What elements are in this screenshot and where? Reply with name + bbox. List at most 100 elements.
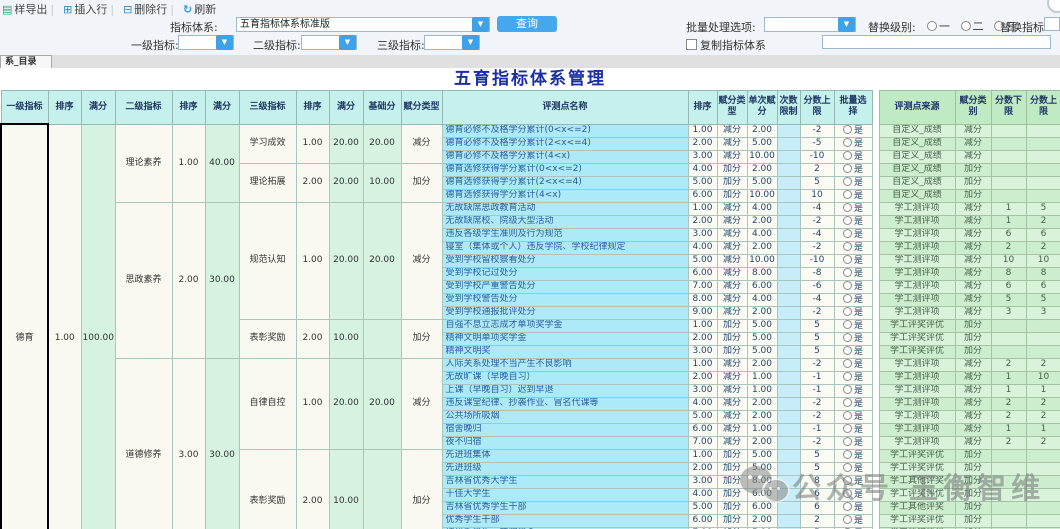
batch-select-cell[interactable]: 是	[833, 279, 873, 294]
radio-icon[interactable]	[960, 21, 971, 31]
eval-point-name-cell[interactable]: 宿舍晚归	[441, 422, 689, 437]
batch-select-cell[interactable]: 是	[833, 500, 873, 515]
replace-level-option-1[interactable]: 一	[927, 20, 950, 33]
eval-point-name-cell[interactable]: 德育选修获得学分累计(2<x<=4)	[441, 175, 689, 190]
batch-select-cell[interactable]: 是	[833, 162, 873, 177]
eval-point-name-cell[interactable]: 吉林省优秀大学生	[441, 474, 689, 489]
batch-select-cell[interactable]: 是	[833, 409, 873, 424]
eval-point-name-cell[interactable]: 公共场所吸烟	[441, 409, 689, 424]
eval-point-name-cell[interactable]: 先进班级	[441, 461, 689, 476]
batch-select-cell[interactable]: 是	[833, 292, 873, 307]
eval-point-name-cell[interactable]: 夜不归宿	[441, 435, 689, 450]
batch-select-cell[interactable]: 是	[833, 370, 873, 385]
batch-select-cell[interactable]: 是	[833, 487, 873, 502]
checkbox-icon[interactable]	[686, 39, 697, 50]
batch-radio-icon[interactable]	[842, 138, 852, 147]
batch-radio-icon[interactable]	[842, 359, 852, 368]
batch-radio-icon[interactable]	[842, 125, 852, 134]
batch-radio-icon[interactable]	[842, 502, 852, 511]
batch-select-cell[interactable]: 是	[833, 201, 873, 216]
batch-radio-icon[interactable]	[842, 294, 852, 303]
copy-system-checkbox[interactable]: 复制指标体系	[686, 37, 766, 53]
eval-point-name-cell[interactable]: 受到学校通报批评处分	[441, 305, 689, 320]
batch-radio-icon[interactable]	[842, 229, 852, 238]
eval-point-name-cell[interactable]: 精神文明单项奖学金	[441, 331, 689, 346]
batch-select-cell[interactable]: 是	[833, 448, 873, 463]
batch-select-cell[interactable]: 是	[833, 227, 873, 242]
batch-radio-icon[interactable]	[842, 320, 852, 329]
replace-indicator-input[interactable]	[822, 35, 1051, 49]
chevron-down-icon[interactable]: ▼	[472, 17, 489, 32]
batch-select-cell[interactable]: 是	[833, 149, 873, 164]
batch-radio-icon[interactable]	[842, 489, 852, 498]
batch-radio-icon[interactable]	[842, 164, 852, 173]
batch-radio-icon[interactable]	[842, 515, 852, 524]
replace-indicator-input-edge[interactable]	[1044, 17, 1060, 31]
batch-select-cell[interactable]: 是	[833, 318, 873, 333]
batch-select-cell[interactable]: 是	[833, 214, 873, 229]
batch-radio-icon[interactable]	[842, 476, 852, 485]
batch-radio-icon[interactable]	[842, 463, 852, 472]
eval-point-name-cell[interactable]: 优秀学生干部	[441, 513, 689, 528]
eval-point-name-cell[interactable]: 上课（早晚自习）迟到早退	[441, 383, 689, 398]
eval-point-name-cell[interactable]: 受到学校严重警告处分	[441, 279, 689, 294]
batch-select-cell[interactable]: 是	[833, 175, 873, 190]
batch-radio-icon[interactable]	[842, 307, 852, 316]
level1-filter-select[interactable]: ▼	[178, 35, 234, 50]
batch-select-cell[interactable]: 是	[833, 344, 873, 359]
batch-radio-icon[interactable]	[842, 242, 852, 251]
replace-level-option-2[interactable]: 二	[960, 20, 984, 33]
batch-radio-icon[interactable]	[842, 268, 852, 277]
eval-point-name-cell[interactable]: 德育必修不及格学分累计(0<x<=2)	[441, 123, 689, 138]
batch-radio-icon[interactable]	[842, 281, 852, 290]
batch-radio-icon[interactable]	[842, 424, 852, 433]
batch-radio-icon[interactable]	[842, 411, 852, 420]
batch-radio-icon[interactable]	[842, 177, 852, 186]
eval-point-name-cell[interactable]: 受到学校留校察看处分	[441, 253, 689, 268]
eval-point-name-cell[interactable]: 吉林省优秀学生干部	[441, 500, 689, 515]
radio-icon[interactable]	[927, 21, 937, 31]
level3-filter-select[interactable]: ▼	[424, 35, 480, 50]
eval-point-name-cell[interactable]: 德育选修获得学分累计(0<x<=2)	[441, 162, 689, 177]
query-button[interactable]: 查询	[497, 16, 557, 32]
refresh-button[interactable]: 刷新	[194, 1, 216, 17]
eval-point-name-cell[interactable]: 寝室（集体或个人）违反学院、学校纪律规定	[441, 240, 689, 255]
chevron-down-icon[interactable]: ▼	[462, 35, 479, 50]
eval-point-name-cell[interactable]: 自强不息立志成才单项奖学金	[441, 318, 689, 333]
batch-radio-icon[interactable]	[842, 450, 852, 459]
batch-radio-icon[interactable]	[842, 151, 852, 160]
eval-point-name-cell[interactable]: 德育选修获得学分累计(4<x)	[441, 188, 689, 203]
eval-point-name-cell[interactable]: 受到学校记过处分	[441, 266, 689, 281]
batch-select-cell[interactable]: 是	[833, 435, 873, 450]
batch-radio-icon[interactable]	[842, 437, 852, 446]
batch-select-cell[interactable]: 是	[833, 305, 873, 320]
chevron-down-icon[interactable]: ▼	[838, 17, 855, 32]
export-button[interactable]: 样导出	[14, 1, 47, 17]
batch-select-cell[interactable]: 是	[833, 357, 873, 372]
eval-point-name-cell[interactable]: 先进班集体	[441, 448, 689, 463]
batch-select-cell[interactable]: 是	[833, 253, 873, 268]
batch-select-cell[interactable]: 是	[833, 396, 873, 411]
chevron-down-icon[interactable]: ▼	[339, 35, 356, 50]
batch-radio-icon[interactable]	[842, 203, 852, 212]
delete-row-button[interactable]: 删除行	[134, 1, 167, 17]
batch-select-cell[interactable]: 是	[833, 422, 873, 437]
eval-point-name-cell[interactable]: 人际关系处理不当产生不良影响	[441, 357, 689, 372]
eval-point-name-cell[interactable]: 精神文明奖	[441, 344, 689, 359]
eval-point-name-cell[interactable]: 违反课堂纪律、抄袭作业、冒名代课等	[441, 396, 689, 411]
tab-catalog[interactable]: 系_目录	[0, 55, 52, 68]
batch-radio-icon[interactable]	[842, 216, 852, 225]
batch-select-cell[interactable]: 是	[833, 123, 873, 138]
batch-select-cell[interactable]: 是	[833, 136, 873, 151]
batch-select-cell[interactable]: 是	[833, 383, 873, 398]
chevron-down-icon[interactable]: ▼	[216, 35, 233, 50]
indicator-system-select[interactable]: 五育指标体系标准版 ▼	[236, 17, 490, 32]
batch-radio-icon[interactable]	[842, 346, 852, 355]
batch-select-cell[interactable]: 是	[833, 266, 873, 281]
level2-filter-select[interactable]: ▼	[301, 35, 357, 50]
batch-select-cell[interactable]: 是	[833, 331, 873, 346]
batch-radio-icon[interactable]	[842, 372, 852, 381]
batch-radio-icon[interactable]	[842, 255, 852, 264]
batch-select-cell[interactable]: 是	[833, 474, 873, 489]
eval-point-name-cell[interactable]: 十佳大学生	[441, 487, 689, 502]
